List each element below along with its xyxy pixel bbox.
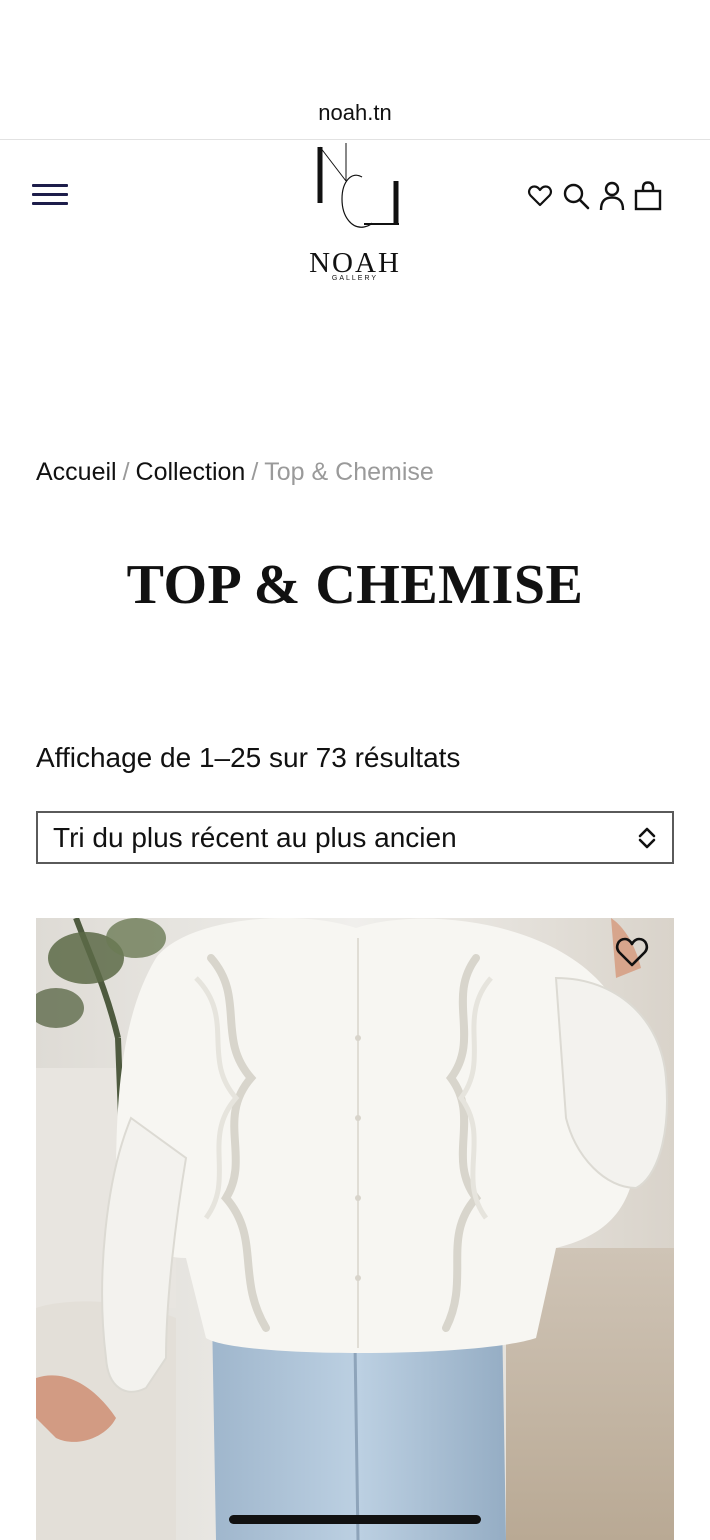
- breadcrumb: Accueil / Collection / Top & Chemise: [36, 458, 434, 487]
- search-icon: [563, 183, 590, 210]
- page-title: TOP & CHEMISE: [126, 554, 584, 616]
- browser-url-bar[interactable]: noah.tn: [0, 0, 710, 140]
- home-indicator[interactable]: [229, 1515, 481, 1524]
- bag-icon: [634, 181, 662, 211]
- user-icon: [599, 181, 625, 211]
- logo-monogram: [317, 143, 399, 228]
- sort-select[interactable]: Tri du plus récent au plus ancien: [36, 811, 674, 864]
- breadcrumb-home-link[interactable]: Accueil: [36, 458, 117, 486]
- menu-button[interactable]: [32, 180, 68, 210]
- heart-icon: [615, 937, 649, 967]
- cart-button[interactable]: [634, 181, 662, 211]
- wishlist-button[interactable]: [526, 181, 554, 211]
- menu-icon-bar: [32, 202, 68, 205]
- heart-icon: [528, 185, 552, 207]
- search-button[interactable]: [562, 181, 590, 211]
- sort-selected-value: Tri du plus récent au plus ancien: [53, 822, 457, 853]
- product-wishlist-button[interactable]: [614, 935, 650, 969]
- breadcrumb-separator: /: [251, 458, 259, 486]
- header-actions: [526, 179, 662, 213]
- breadcrumb-collection-link[interactable]: Collection: [136, 458, 246, 486]
- product-card[interactable]: [36, 918, 674, 1540]
- logo-wordmark: NOAH: [309, 247, 401, 279]
- breadcrumb-separator: /: [122, 458, 130, 486]
- url-text: noah.tn: [318, 100, 392, 125]
- chevron-updown-icon: [638, 827, 656, 849]
- results-count: Affichage de 1–25 sur 73 résultats: [36, 742, 461, 773]
- logo-subtitle: GALLERY: [331, 275, 379, 282]
- menu-icon-bar: [32, 193, 68, 196]
- site-header: NOAH GALLERY: [0, 141, 710, 291]
- account-button[interactable]: [598, 181, 626, 211]
- product-image: [36, 918, 674, 1540]
- site-logo[interactable]: NOAH GALLERY: [300, 141, 410, 286]
- breadcrumb-current: Top & Chemise: [264, 458, 434, 486]
- menu-icon-bar: [32, 184, 68, 187]
